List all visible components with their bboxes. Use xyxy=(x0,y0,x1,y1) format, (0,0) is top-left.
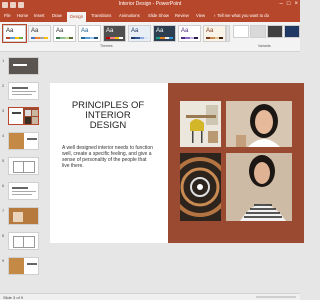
slide-thumbnail-number: 8 xyxy=(2,233,5,238)
theme-sample-text: Aa xyxy=(81,28,89,34)
slide-thumbnail-number: 6 xyxy=(2,183,5,188)
tab-design[interactable]: Design xyxy=(67,12,87,22)
slide-thumbnails-pane[interactable]: 1 2 3 4 5 6 7 8 9 xyxy=(0,53,42,293)
theme-sample-text: Aa xyxy=(181,28,189,34)
window-title: Interior Design - PowerPoint xyxy=(118,1,182,7)
photo-yellow-chair[interactable] xyxy=(180,101,221,147)
tab-transitions[interactable]: Transitions xyxy=(91,13,111,18)
maximize-icon[interactable]: □ xyxy=(287,1,291,7)
theme-sample-text: Aa xyxy=(106,28,114,34)
theme-color-bars xyxy=(206,37,223,39)
slide-thumbnail-number: 9 xyxy=(2,258,5,263)
slide-thumbnail-5[interactable] xyxy=(8,157,39,175)
window-controls: – □ × xyxy=(280,1,298,7)
variant-option-2[interactable] xyxy=(250,25,266,38)
theme-option-9[interactable]: Aa xyxy=(203,25,226,42)
theme-sample-text: Aa xyxy=(56,28,64,34)
tab-file[interactable]: File xyxy=(4,13,11,18)
slide-thumbnail-number: 4 xyxy=(2,133,5,138)
theme-sample-text: Aa xyxy=(31,28,39,34)
variant-option-4[interactable] xyxy=(284,25,300,38)
slide-editing-area: PRINCIPLES OF INTERIOR DESIGN A well des… xyxy=(42,53,304,293)
close-icon[interactable]: × xyxy=(294,1,298,7)
slide-thumbnail-number: 3 xyxy=(2,108,5,113)
slide-thumbnail-number: 2 xyxy=(2,83,5,88)
theme-color-bars xyxy=(131,37,148,39)
theme-color-bars xyxy=(81,37,98,39)
tell-me-search[interactable]: ♀ Tell me what you want to do xyxy=(213,13,269,18)
theme-option-7[interactable]: Aa xyxy=(153,25,176,42)
slide-thumbnail-number: 7 xyxy=(2,208,5,213)
slide-thumbnail-8[interactable] xyxy=(8,232,39,250)
tab-slide-show[interactable]: Slide Show xyxy=(148,13,169,18)
slide-thumbnail-7[interactable] xyxy=(8,207,39,225)
photo-woman-portrait[interactable] xyxy=(226,101,292,147)
theme-sample-text: Aa xyxy=(206,28,214,34)
current-slide[interactable]: PRINCIPLES OF INTERIOR DESIGN A well des… xyxy=(50,83,304,243)
tab-review[interactable]: Review xyxy=(175,13,189,18)
slide-title[interactable]: PRINCIPLES OF INTERIOR DESIGN xyxy=(66,101,150,131)
title-bar: Interior Design - PowerPoint – □ × xyxy=(0,0,300,11)
slide-thumbnail-9[interactable] xyxy=(8,257,39,275)
tab-insert[interactable]: Insert xyxy=(34,13,44,18)
tab-draw[interactable]: Draw xyxy=(52,13,62,18)
theme-color-bars xyxy=(106,37,123,39)
ribbon-tabs: File Home Insert Draw Design Transitions… xyxy=(0,11,300,22)
tab-view[interactable]: View xyxy=(196,13,205,18)
theme-sample-text: Aa xyxy=(6,28,14,34)
theme-option-2[interactable]: Aa xyxy=(28,25,51,42)
theme-option-4[interactable]: Aa xyxy=(78,25,101,42)
slide-thumbnail-1[interactable] xyxy=(8,57,39,75)
design-ribbon: Aa Aa Aa Aa Aa Aa Aa Aa Aa Themes Variants xyxy=(0,22,300,52)
slide-thumbnail-2[interactable] xyxy=(8,82,39,100)
theme-option-5[interactable]: Aa xyxy=(103,25,126,42)
photo-woman-striped-shirt[interactable] xyxy=(226,153,292,221)
theme-sample-text: Aa xyxy=(131,28,139,34)
theme-option-8[interactable]: Aa xyxy=(178,25,201,42)
theme-option-3[interactable]: Aa xyxy=(53,25,76,42)
themes-scroll[interactable] xyxy=(226,25,230,42)
zoom-slider[interactable] xyxy=(256,296,296,298)
slide-thumbnail-number: 1 xyxy=(2,58,5,63)
photo-spiral-staircase[interactable] xyxy=(180,153,221,221)
status-bar: Slide 3 of 9 xyxy=(0,293,300,300)
slide-thumbnail-number: 5 xyxy=(2,158,5,163)
slide-thumbnail-4[interactable] xyxy=(8,132,39,150)
tell-me-text: Tell me what you want to do xyxy=(217,13,269,18)
theme-color-bars xyxy=(56,37,73,39)
slide-thumbnail-3[interactable] xyxy=(8,107,39,125)
variant-option-1[interactable] xyxy=(233,25,249,38)
slide-body-text[interactable]: A well designed interior needs to functi… xyxy=(62,145,154,169)
slide-indicator: Slide 3 of 9 xyxy=(3,295,24,300)
tab-home[interactable]: Home xyxy=(17,13,28,18)
theme-option-6[interactable]: Aa xyxy=(128,25,151,42)
themes-group-label: Themes xyxy=(100,44,113,48)
slide-thumbnail-6[interactable] xyxy=(8,182,39,200)
slide-text-panel: PRINCIPLES OF INTERIOR DESIGN A well des… xyxy=(50,83,168,243)
lightbulb-icon: ♀ xyxy=(213,13,217,18)
variants-group-label: Variants xyxy=(258,44,271,48)
minimize-icon[interactable]: – xyxy=(280,1,283,7)
theme-color-bars xyxy=(6,37,23,39)
slide-photo-panel xyxy=(168,83,304,243)
theme-color-bars xyxy=(181,37,198,39)
theme-color-bars xyxy=(31,37,48,39)
tab-animations[interactable]: Animations xyxy=(119,13,140,18)
theme-option-1[interactable]: Aa xyxy=(2,24,27,43)
theme-color-bars xyxy=(156,37,173,39)
theme-sample-text: Aa xyxy=(156,28,164,34)
variant-option-3[interactable] xyxy=(267,25,283,38)
